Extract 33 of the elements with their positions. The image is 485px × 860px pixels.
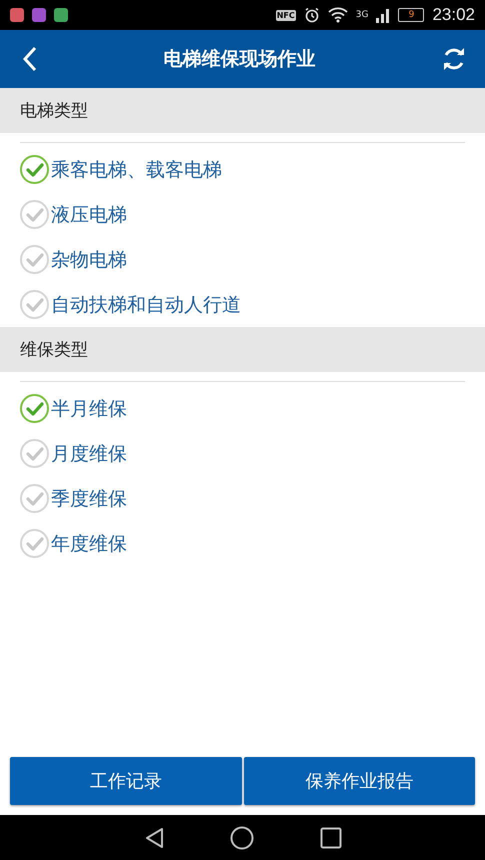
check-icon[interactable] [20,529,49,558]
section-header: 电梯类型 [0,88,485,133]
check-icon[interactable] [20,155,49,184]
option-label[interactable]: 乘客电梯、载客电梯 [51,156,222,182]
battery-icon: 9 [398,8,424,22]
check-icon[interactable] [20,484,49,513]
check-icon[interactable] [20,394,49,423]
action-button[interactable]: 保养作业报告 [244,757,475,805]
option-label[interactable]: 半月维保 [51,396,127,422]
check-icon[interactable] [20,200,49,229]
alarm-icon [304,7,320,23]
option-label[interactable]: 月度维保 [51,440,127,466]
check-icon[interactable] [20,439,49,468]
option-label[interactable]: 年度维保 [51,530,127,556]
clock: 23:02 [432,5,475,25]
option-label[interactable]: 季度维保 [51,486,127,512]
option-label[interactable]: 杂物电梯 [51,246,127,272]
nfc-icon: NFC [276,10,296,20]
back-nav-icon[interactable] [144,826,164,848]
signal-icon [376,7,390,23]
network-type: 3G [356,10,368,20]
option-label[interactable]: 自动扶梯和自动人行道 [51,292,241,318]
check-icon[interactable] [20,290,49,319]
action-button[interactable]: 工作记录 [10,757,242,805]
wifi-icon [328,7,348,23]
check-icon[interactable] [20,245,49,274]
page-title: 电梯维保现场作业 [164,47,316,72]
recents-nav-icon[interactable] [320,826,342,848]
section-header: 维保类型 [0,327,485,372]
option-label[interactable]: 液压电梯 [51,202,127,228]
home-nav-icon[interactable] [230,826,254,850]
refresh-button[interactable] [441,46,467,72]
back-button[interactable] [22,46,38,72]
